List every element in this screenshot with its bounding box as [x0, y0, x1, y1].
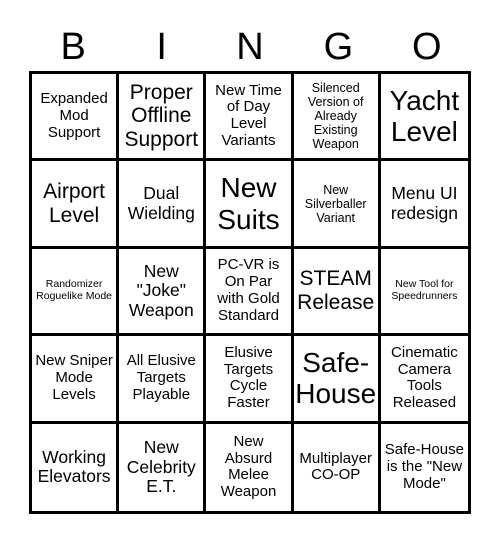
- bingo-cell[interactable]: Safe-House: [293, 336, 381, 424]
- header-letter-n: N: [236, 26, 264, 68]
- header-letter-i: I: [156, 26, 167, 68]
- cell-text: Yacht Level: [389, 84, 460, 148]
- bingo-header: B I N G O: [29, 24, 471, 70]
- cell-text: Silenced Version of Already Existing Wea…: [307, 81, 364, 152]
- cell-text: PC-VR is On Par with Gold Standard: [217, 256, 280, 324]
- bingo-cell[interactable]: Safe-House is the "New Mode": [381, 424, 468, 511]
- cell-text: STEAM Release: [297, 267, 375, 314]
- bingo-cell[interactable]: Silenced Version of Already Existing Wea…: [293, 74, 381, 162]
- bingo-cell[interactable]: Multiplayer CO-OP: [294, 423, 381, 511]
- bingo-cell[interactable]: Airport Level: [32, 161, 120, 249]
- bingo-cell[interactable]: New Time of Day Level Variants: [206, 74, 294, 162]
- cell-text: Airport Level: [43, 180, 106, 227]
- cell-text: New Silverballer Variant: [304, 182, 367, 225]
- cell-text: Expanded Mod Support: [40, 90, 108, 141]
- header-letter-o: O: [412, 26, 442, 68]
- bingo-cell[interactable]: Working Elevators: [32, 423, 120, 511]
- bingo-cell[interactable]: New Absurd Melee Weapon: [206, 423, 294, 511]
- cell-text: Cinematic Camera Tools Released: [391, 343, 458, 412]
- bingo-cell[interactable]: New Tool for Speedrunners: [380, 249, 468, 337]
- cell-text: Safe-House: [295, 347, 377, 410]
- cell-text: All Elusive Targets Playable: [126, 352, 196, 403]
- header-letter-b: B: [60, 26, 86, 68]
- cell-text: New Absurd Melee Weapon: [220, 432, 277, 501]
- bingo-cell[interactable]: New Celebrity E.T.: [119, 423, 207, 511]
- bingo-cell[interactable]: PC-VR is On Par with Gold Standard: [206, 248, 294, 337]
- bingo-cell[interactable]: New Suits: [206, 161, 294, 249]
- bingo-cell[interactable]: All Elusive Targets Playable: [119, 336, 207, 424]
- cell-text: Menu UI redesign: [390, 183, 458, 223]
- bingo-cell[interactable]: Proper Offline Support: [119, 74, 207, 162]
- bingo-cell[interactable]: STEAM Release: [293, 248, 381, 337]
- cell-text: Dual Wielding: [127, 183, 195, 223]
- bingo-cell[interactable]: Dual Wielding: [119, 161, 207, 249]
- bingo-cell[interactable]: Elusive Targets Cycle Faster: [206, 336, 294, 424]
- cell-text: New "Joke" Weapon: [128, 260, 194, 320]
- bingo-cell[interactable]: Yacht Level: [380, 74, 468, 162]
- cell-text: Safe-House is the "New Mode": [384, 441, 464, 492]
- cell-text: New Tool for Speedrunners: [391, 278, 458, 302]
- header-letter-g: G: [323, 26, 354, 68]
- cell-text: Randomizer Roguelike Mode: [36, 278, 113, 302]
- bingo-cell[interactable]: Cinematic Camera Tools Released: [380, 336, 468, 424]
- cell-text: New Suits: [217, 172, 280, 235]
- cell-text: Elusive Targets Cycle Faster: [223, 343, 274, 412]
- cell-text: Working Elevators: [37, 446, 111, 487]
- cell-text: New Time of Day Level Variants: [215, 81, 282, 149]
- cell-text: Multiplayer CO-OP: [299, 449, 372, 484]
- cell-text: New Sniper Mode Levels: [35, 352, 113, 403]
- bingo-cell[interactable]: Menu UI redesign: [380, 161, 468, 249]
- bingo-cell[interactable]: New "Joke" Weapon: [119, 248, 207, 337]
- cell-text: Proper Offline Support: [124, 80, 199, 151]
- cell-text: New Celebrity E.T.: [126, 436, 196, 497]
- bingo-cell[interactable]: New Silverballer Variant: [293, 161, 381, 249]
- bingo-cell[interactable]: Randomizer Roguelike Mode: [32, 248, 120, 337]
- bingo-board: Expanded Mod Support Proper Offline Supp…: [29, 71, 471, 514]
- bingo-cell[interactable]: New Sniper Mode Levels: [32, 336, 120, 424]
- bingo-cell[interactable]: Expanded Mod Support: [32, 74, 120, 162]
